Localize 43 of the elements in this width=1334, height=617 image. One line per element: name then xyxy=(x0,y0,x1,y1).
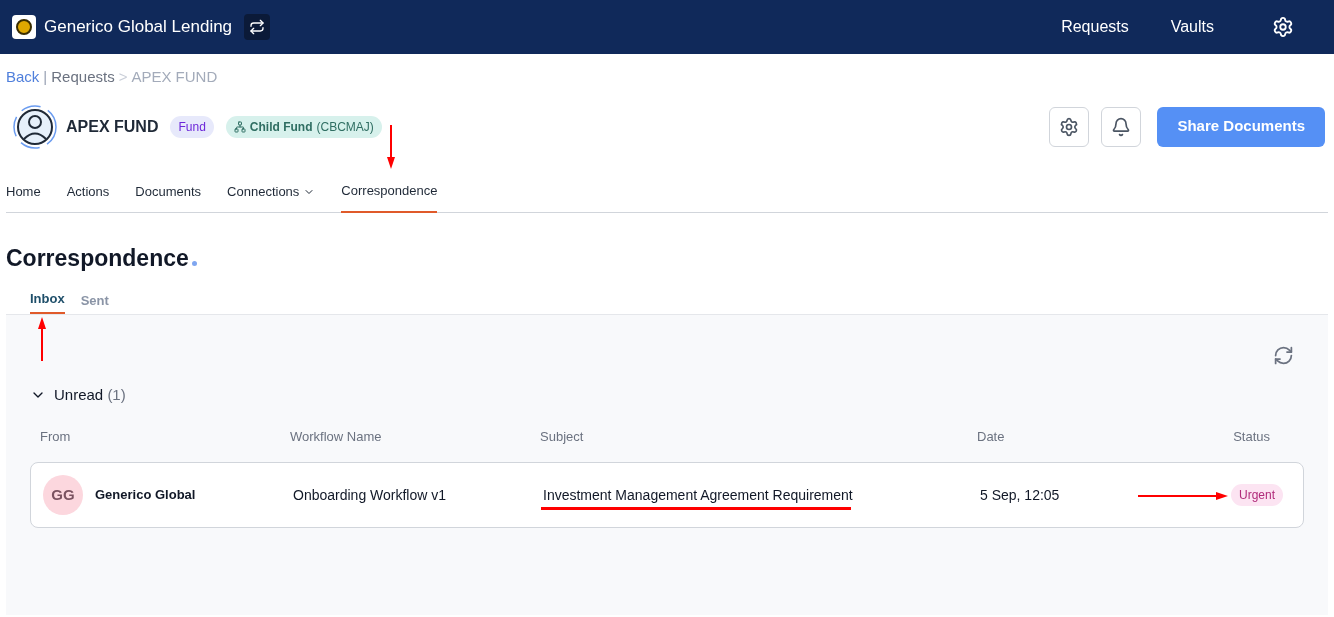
column-header: Status xyxy=(1233,427,1270,446)
back-link[interactable]: Back xyxy=(6,66,40,89)
subject-text: Investment Management Agreement Requirement xyxy=(543,485,853,505)
column-header: Workflow Name xyxy=(290,427,383,446)
app-title: Generico Global Lending xyxy=(44,16,233,39)
annotation-arrow xyxy=(387,125,396,169)
settings-icon xyxy=(1059,116,1080,137)
notification-button[interactable] xyxy=(1101,106,1142,147)
nav-tab[interactable]: Documents xyxy=(135,182,202,212)
child-fund-badge: Child Fund (CBCMAJ) xyxy=(225,115,382,138)
date-text: 5 Sep, 12:05 xyxy=(980,486,1060,503)
nav-tab[interactable]: Correspondence xyxy=(341,181,438,213)
nav-link[interactable]: Vaults xyxy=(1170,15,1214,39)
switch-button[interactable] xyxy=(244,14,271,40)
sender-name: Generico Global xyxy=(95,486,196,505)
status-badge: Urgent xyxy=(1230,484,1283,506)
type-badge: Fund xyxy=(170,115,214,138)
hierarchy-icon xyxy=(233,120,246,133)
nav-tab[interactable]: Actions xyxy=(66,182,110,212)
message-row[interactable]: GG Generico Global Onboarding Workflow v1 Investment Management Agreement Requirement 5 Sep, 12:05 Urgent xyxy=(30,462,1304,528)
breadcrumb-link[interactable]: Requests xyxy=(51,66,115,89)
workflow-name: Onboarding Workflow v1 xyxy=(293,485,448,505)
entity-name: APEX FUND xyxy=(66,116,159,137)
column-header: Subject xyxy=(540,427,585,446)
page-title: Correspondence xyxy=(6,243,189,273)
unread-group-toggle[interactable]: Unread (1) xyxy=(30,384,126,407)
nav-tab[interactable]: Home xyxy=(6,182,41,212)
breadcrumb-separator: | xyxy=(43,67,48,87)
nav-link[interactable]: Requests xyxy=(1061,15,1129,39)
settings-button[interactable] xyxy=(1049,106,1090,147)
refresh-icon[interactable] xyxy=(1273,345,1294,366)
swap-icon xyxy=(249,19,266,35)
settings-icon[interactable] xyxy=(1272,16,1294,38)
bell-icon xyxy=(1111,116,1132,137)
nav-tab[interactable]: Connections xyxy=(227,182,316,212)
column-header: Date xyxy=(977,427,1006,446)
column-header: From xyxy=(40,427,72,446)
initials-avatar: GG xyxy=(43,475,83,515)
breadcrumb-arrow: > xyxy=(118,67,128,87)
logo-icon xyxy=(12,15,36,39)
annotation-arrow xyxy=(38,317,46,361)
avatar-icon xyxy=(12,103,58,150)
breadcrumb-current: APEX FUND xyxy=(131,67,218,87)
